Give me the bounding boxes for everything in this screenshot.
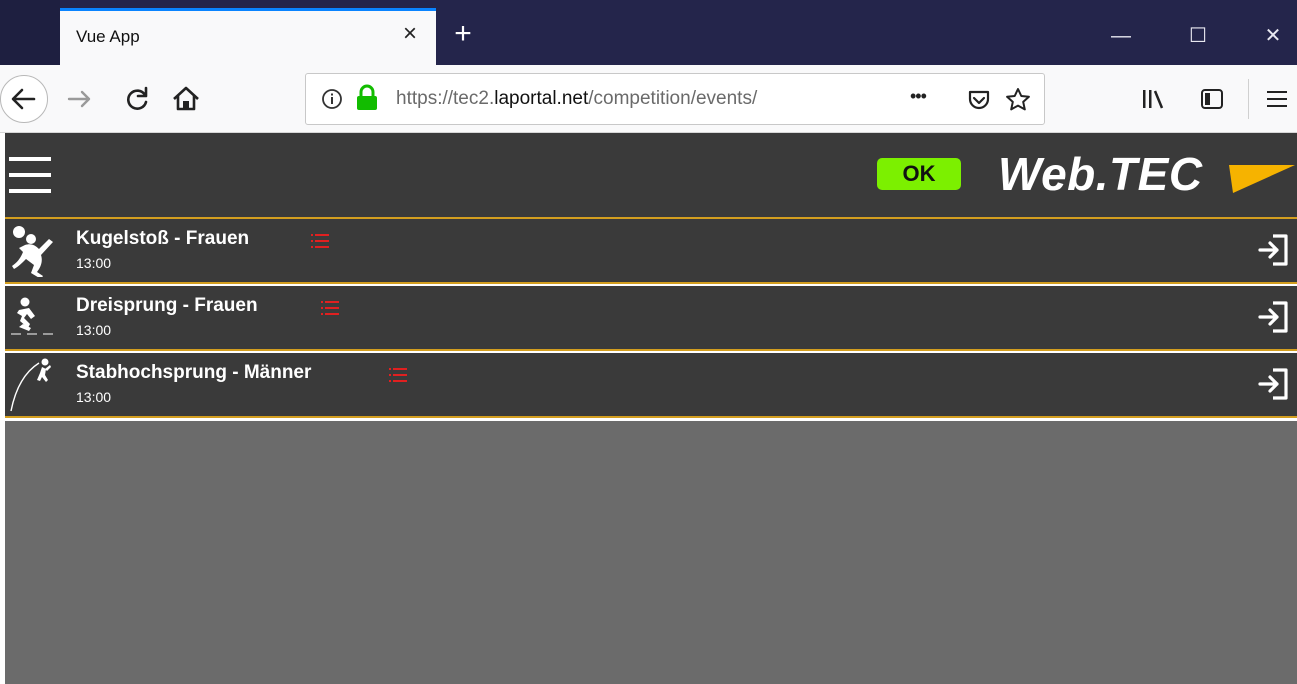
list-icon[interactable] xyxy=(389,367,407,383)
event-row[interactable]: Stabhochsprung - Männer 13:00 xyxy=(5,353,1297,418)
url-scheme: https:// xyxy=(396,88,454,109)
close-window-button[interactable]: ✕ xyxy=(1250,18,1296,54)
browser-toolbar: https://tec2.laportal.net/competition/ev… xyxy=(0,65,1297,133)
back-icon xyxy=(11,88,36,110)
bookmark-star-icon[interactable] xyxy=(1004,86,1032,114)
menu-icon[interactable] xyxy=(1264,87,1290,111)
browser-tab[interactable]: Vue App × xyxy=(60,8,436,65)
tab-close-icon[interactable]: × xyxy=(397,21,423,47)
event-time: 13:00 xyxy=(76,389,112,405)
enter-event-icon[interactable] xyxy=(1257,367,1291,401)
content-area xyxy=(5,421,1297,684)
page-actions-icon[interactable]: ••• xyxy=(910,86,927,107)
event-name: Dreisprung - Frauen xyxy=(76,295,258,316)
brand-logo-icon xyxy=(1229,165,1295,193)
home-icon[interactable] xyxy=(170,83,202,115)
url-path: /competition/events/ xyxy=(588,88,758,109)
app-header: OK Web.TEC xyxy=(5,133,1297,219)
new-tab-button[interactable]: + xyxy=(443,16,483,52)
url-text[interactable]: https://tec2.laportal.net/competition/ev… xyxy=(396,88,757,110)
minimize-button[interactable]: — xyxy=(1098,18,1144,54)
back-button[interactable] xyxy=(0,75,48,123)
library-icon[interactable] xyxy=(1140,85,1170,113)
list-icon[interactable] xyxy=(311,233,329,249)
status-badge: OK xyxy=(877,158,961,190)
event-row[interactable]: Kugelstoß - Frauen 13:00 xyxy=(5,219,1297,284)
tab-strip-spacer xyxy=(0,0,60,65)
enter-event-icon[interactable] xyxy=(1257,300,1291,334)
pole-vault-icon xyxy=(10,358,51,412)
reload-icon[interactable] xyxy=(121,83,153,115)
sidebar-icon[interactable] xyxy=(1198,85,1226,113)
tab-title: Vue App xyxy=(76,27,140,46)
forward-icon[interactable] xyxy=(64,83,96,115)
pocket-icon[interactable] xyxy=(966,87,992,113)
url-domain: laportal.net xyxy=(494,88,589,109)
brand-title: Web.TEC xyxy=(998,148,1203,200)
hamburger-menu-icon[interactable] xyxy=(9,155,51,195)
shot-put-icon xyxy=(12,226,53,277)
event-row[interactable]: Dreisprung - Frauen 13:00 xyxy=(5,286,1297,351)
event-time: 13:00 xyxy=(76,322,112,338)
triple-jump-icon xyxy=(11,297,53,335)
list-icon[interactable] xyxy=(321,300,339,316)
toolbar-separator xyxy=(1248,79,1249,119)
enter-event-icon[interactable] xyxy=(1257,233,1291,267)
maximize-button[interactable]: ☐ xyxy=(1175,18,1221,54)
event-name: Stabhochsprung - Männer xyxy=(76,362,312,383)
lock-icon[interactable] xyxy=(354,84,380,112)
event-name: Kugelstoß - Frauen xyxy=(76,228,250,249)
url-bar[interactable]: https://tec2.laportal.net/competition/ev… xyxy=(305,73,1045,125)
info-icon[interactable] xyxy=(320,87,344,111)
event-time: 13:00 xyxy=(76,255,112,271)
url-subdomain: tec2. xyxy=(453,88,495,109)
